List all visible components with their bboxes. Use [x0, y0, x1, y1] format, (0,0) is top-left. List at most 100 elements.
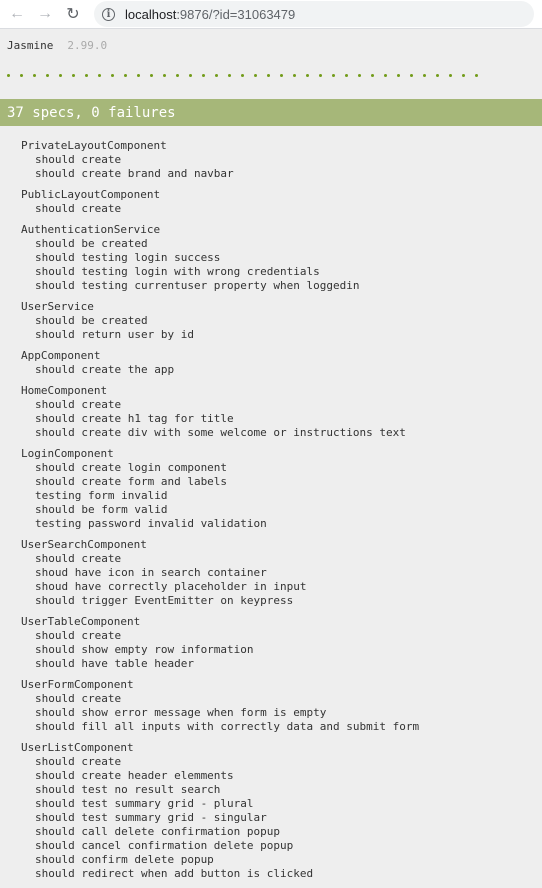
spec-item[interactable]: shoud have correctly placeholder in inpu… — [21, 580, 542, 594]
spec-dot[interactable] — [59, 73, 62, 77]
spec-dot[interactable] — [423, 73, 426, 77]
spec-item[interactable]: should show empty row information — [21, 643, 542, 657]
suite-title[interactable]: UserService — [21, 300, 542, 314]
suite-title[interactable]: UserSearchComponent — [21, 538, 542, 552]
spec-item[interactable]: should test summary grid - plural — [21, 797, 542, 811]
arrow-left-icon[interactable]: ← — [6, 3, 28, 25]
spec-item[interactable]: should create div with some welcome or i… — [21, 426, 542, 440]
suite-title[interactable]: LoginComponent — [21, 447, 542, 461]
spec-item[interactable]: should have table header — [21, 657, 542, 671]
spec-dot[interactable] — [33, 73, 36, 77]
spec-item[interactable]: shoud have icon in search container — [21, 566, 542, 580]
spec-item[interactable]: should create — [21, 552, 542, 566]
spec-dot[interactable] — [124, 73, 127, 77]
suite-title[interactable]: AuthenticationService — [21, 223, 542, 237]
spec-dot[interactable] — [215, 73, 218, 77]
spec-item[interactable]: should create header elemments — [21, 769, 542, 783]
spec-dot[interactable] — [345, 73, 348, 77]
url-host: localhost — [125, 6, 177, 22]
spec-item[interactable]: should create — [21, 398, 542, 412]
spec-dot[interactable] — [202, 73, 205, 77]
spec-dot[interactable] — [228, 73, 231, 77]
spec-dot[interactable] — [85, 73, 88, 77]
suite: UserFormComponent should create should sho… — [21, 678, 542, 734]
spec-item[interactable]: should confirm delete popup — [21, 853, 542, 867]
spec-item[interactable]: should create the app — [21, 363, 542, 377]
browser-toolbar: ← → ↻ i localhost:9876/?id=31063479 — [0, 0, 542, 29]
spec-item[interactable]: should testing login with wrong credenti… — [21, 265, 542, 279]
spec-dot[interactable] — [293, 73, 296, 77]
suite-title[interactable]: UserFormComponent — [21, 678, 542, 692]
spec-dot[interactable] — [98, 73, 101, 77]
spec-item[interactable]: should be form valid — [21, 503, 542, 517]
suite: UserSearchComponent should create shoud ha… — [21, 538, 542, 608]
spec-item[interactable]: should create — [21, 153, 542, 167]
spec-dot[interactable] — [462, 73, 465, 77]
suite: AppComponent should create the app — [21, 349, 542, 377]
reload-icon[interactable]: ↻ — [62, 3, 84, 25]
spec-dot[interactable] — [306, 73, 309, 77]
spec-item[interactable]: should show error message when form is e… — [21, 706, 542, 720]
suite: HomeComponent should create should create … — [21, 384, 542, 440]
arrow-right-icon[interactable]: → — [34, 3, 56, 25]
spec-dot[interactable] — [20, 73, 23, 77]
suite: UserService should be created should retur… — [21, 300, 542, 342]
suite-title[interactable]: UserListComponent — [21, 741, 542, 755]
spec-item[interactable]: should test no result search — [21, 783, 542, 797]
suite-title[interactable]: UserTableComponent — [21, 615, 542, 629]
spec-dot[interactable] — [72, 73, 75, 77]
jasmine-title: Jasmine — [7, 38, 54, 52]
info-icon[interactable]: i — [102, 7, 115, 21]
spec-dot[interactable] — [436, 73, 439, 77]
spec-item[interactable]: should cancel confirmation delete popup — [21, 839, 542, 853]
suite-title[interactable]: HomeComponent — [21, 384, 542, 398]
spec-dot[interactable] — [46, 73, 49, 77]
spec-dot[interactable] — [137, 73, 140, 77]
spec-item[interactable]: should create brand and navbar — [21, 167, 542, 181]
suite: UserListComponent should create should cre… — [21, 741, 542, 881]
suite-title[interactable]: PrivateLayoutComponent — [21, 139, 542, 153]
spec-dot[interactable] — [319, 73, 322, 77]
spec-dot[interactable] — [371, 73, 374, 77]
spec-item[interactable]: should create — [21, 202, 542, 216]
spec-item[interactable]: should create — [21, 692, 542, 706]
suite-title[interactable]: AppComponent — [21, 349, 542, 363]
spec-dot[interactable] — [358, 73, 361, 77]
spec-dot[interactable] — [176, 73, 179, 77]
spec-item[interactable]: testing form invalid — [21, 489, 542, 503]
spec-item[interactable]: should create login component — [21, 461, 542, 475]
spec-item[interactable]: should fill all inputs with correctly da… — [21, 720, 542, 734]
spec-dot[interactable] — [111, 73, 114, 77]
spec-dot[interactable] — [150, 73, 153, 77]
suite-title[interactable]: PublicLayoutComponent — [21, 188, 542, 202]
suite: PublicLayoutComponent should create — [21, 188, 542, 216]
spec-item[interactable]: should testing login success — [21, 251, 542, 265]
spec-item[interactable]: should create h1 tag for title — [21, 412, 542, 426]
spec-dot[interactable] — [241, 73, 244, 77]
spec-item[interactable]: should trigger EventEmitter on keypress — [21, 594, 542, 608]
spec-dot[interactable] — [7, 73, 10, 77]
spec-dot[interactable] — [449, 73, 452, 77]
spec-dot[interactable] — [384, 73, 387, 77]
spec-dot[interactable] — [475, 73, 478, 77]
spec-item[interactable]: should test summary grid - singular — [21, 811, 542, 825]
spec-dot[interactable] — [332, 73, 335, 77]
address-bar[interactable]: i localhost:9876/?id=31063479 — [94, 1, 534, 27]
spec-item[interactable]: should create — [21, 629, 542, 643]
spec-dot[interactable] — [163, 73, 166, 77]
spec-dot[interactable] — [280, 73, 283, 77]
spec-dot[interactable] — [397, 73, 400, 77]
spec-item[interactable]: should be created — [21, 237, 542, 251]
spec-dot[interactable] — [254, 73, 257, 77]
spec-item[interactable]: should create form and labels — [21, 475, 542, 489]
spec-dot[interactable] — [189, 73, 192, 77]
spec-dot[interactable] — [267, 73, 270, 77]
spec-item[interactable]: should call delete confirmation popup — [21, 825, 542, 839]
spec-item[interactable]: should redirect when add button is click… — [21, 867, 542, 881]
spec-item[interactable]: should be created — [21, 314, 542, 328]
spec-item[interactable]: should return user by id — [21, 328, 542, 342]
spec-item[interactable]: testing password invalid validation — [21, 517, 542, 531]
spec-item[interactable]: should create — [21, 755, 542, 769]
spec-item[interactable]: should testing currentuser property when… — [21, 279, 542, 293]
spec-dot[interactable] — [410, 73, 413, 77]
